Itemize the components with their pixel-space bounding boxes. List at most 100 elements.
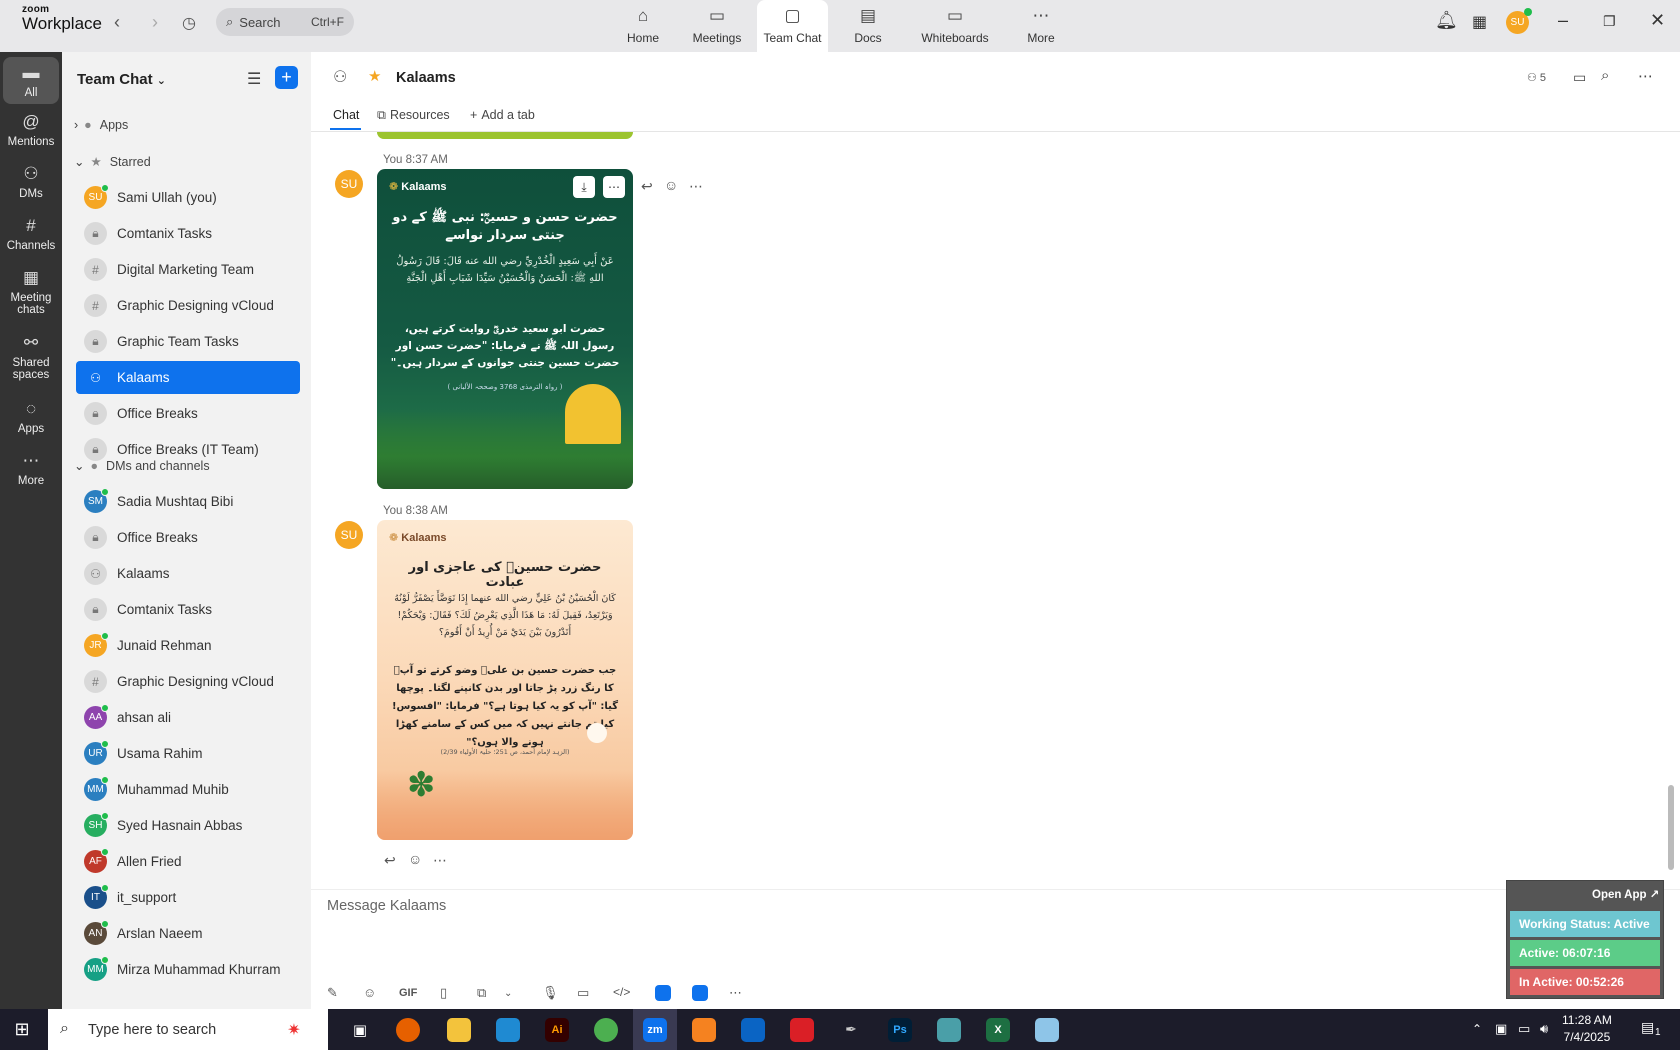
windows-start-icon[interactable]: ⊞ (0, 1009, 44, 1050)
file-icon[interactable]: ▯ (440, 985, 447, 1001)
reply-icon[interactable]: ↩ (384, 852, 396, 869)
tab-more[interactable]: ⋯ More (1024, 0, 1058, 52)
tab-home[interactable]: ⌂ Home (620, 0, 666, 52)
tab-resources[interactable]: ⧉ Resources (377, 108, 450, 123)
sidebar-item[interactable]: 🔒︎ Comtanix Tasks (76, 217, 300, 250)
sidebar-item[interactable]: AA ahsan ali (76, 701, 300, 734)
image-attachment[interactable]: ❁ Kalaams ⤓ ⋯ حضرت حسن و حسینؓ: نبی ﷺ کے… (377, 169, 633, 489)
illustrator-icon[interactable]: Ai (535, 1009, 579, 1050)
format-icon[interactable]: ✎ (327, 985, 338, 1001)
sidebar-item[interactable]: ⚇ Kalaams (76, 557, 300, 590)
sidebar-item[interactable]: 🔒︎ Office Breaks (76, 397, 300, 430)
tab-add[interactable]: + Add a tab (470, 108, 535, 122)
apps-section[interactable]: › ● Apps (74, 118, 128, 132)
pen-tool-icon[interactable]: ✒ (829, 1009, 873, 1050)
sidebar-item[interactable]: SM Sadia Mushtaq Bibi (76, 485, 300, 518)
notification-icon[interactable]: ▤ (1641, 1019, 1654, 1036)
notepad-icon[interactable] (1025, 1009, 1069, 1050)
image-attachment[interactable]: ❁ Kalaams حضرت حسینؓ کی عاجزی اور عبادت … (377, 520, 633, 840)
sidebar-item[interactable]: JR Junaid Rehman (76, 629, 300, 662)
tray-chevron-icon[interactable]: ⌃ (1472, 1022, 1482, 1036)
sidebar-item[interactable]: MM Muhammad Muhib (76, 773, 300, 806)
message-more-icon[interactable]: ⋯ (433, 852, 447, 869)
photoshop-icon[interactable]: Ps (878, 1009, 922, 1050)
sidebar-item[interactable]: IT it_support (76, 881, 300, 914)
open-app-button[interactable]: Open App ↗ (1592, 887, 1659, 901)
firefox-icon[interactable] (386, 1009, 430, 1050)
message-more-icon[interactable]: ⋯ (689, 178, 703, 195)
sidebar-item[interactable]: # Graphic Designing vCloud (76, 665, 300, 698)
chrome-icon[interactable] (584, 1009, 628, 1050)
file-explorer-icon[interactable] (437, 1009, 481, 1050)
app-icon[interactable] (655, 985, 671, 1001)
rail-more[interactable]: ⋯ More (0, 451, 62, 487)
xampp-icon[interactable] (682, 1009, 726, 1050)
vscode-icon[interactable] (486, 1009, 530, 1050)
sidebar-item[interactable]: AN Arslan Naeem (76, 917, 300, 950)
clock[interactable]: 11:28 AM 7/4/2025 (1562, 1012, 1612, 1046)
history-icon[interactable]: ◷ (182, 13, 196, 33)
bell-icon[interactable]: 🔔︎ (1435, 10, 1458, 31)
sidebar-item[interactable]: # Digital Marketing Team (76, 253, 300, 286)
volume-icon[interactable]: 🔊︎ (1540, 1021, 1548, 1037)
sidebar-item[interactable]: 🔒︎ Office Breaks (76, 521, 300, 554)
chevron-down-icon[interactable]: ⌄ (504, 988, 512, 999)
forward-arrow-icon[interactable]: › (152, 12, 158, 33)
download-icon[interactable]: ⤓ (573, 176, 595, 198)
star-icon[interactable]: ★ (368, 67, 381, 85)
sidebar-item[interactable]: AF Allen Fried (76, 845, 300, 878)
task-view-icon[interactable]: ▣ (338, 1009, 382, 1050)
rail-mentions[interactable]: @ Mentions (0, 112, 62, 148)
image-more-icon[interactable]: ⋯ (603, 176, 625, 198)
calendar-icon[interactable]: ▦ (1472, 12, 1487, 32)
rail-all[interactable]: ▬ All (3, 57, 59, 104)
app-icon[interactable] (692, 985, 708, 1001)
members-count[interactable]: ⚇ 5 (1527, 71, 1546, 84)
rail-channels[interactable]: # Channels (0, 216, 62, 252)
sidebar-item[interactable]: ⚇ Kalaams (76, 361, 300, 394)
emoji-reaction-icon[interactable]: ☺ (664, 177, 678, 193)
code-icon[interactable]: </> (613, 985, 630, 999)
sidebar-item[interactable]: UR Usama Rahim (76, 737, 300, 770)
minimize-icon[interactable]: – (1558, 10, 1568, 31)
rail-dms[interactable]: ⚇ DMs (0, 164, 62, 200)
video-call-icon[interactable]: ▭ (1573, 69, 1586, 86)
sidebar-item[interactable]: 🔒︎ Graphic Team Tasks (76, 325, 300, 358)
tab-chat[interactable]: Chat (333, 108, 359, 122)
rail-apps[interactable]: ◌ Apps (0, 399, 62, 435)
tab-meetings[interactable]: ▭ Meetings (688, 0, 746, 52)
gif-button[interactable]: GIF (399, 987, 417, 999)
tray-icon[interactable]: ▣ (1495, 1021, 1507, 1037)
starred-section[interactable]: ⌄ ★ Starred (74, 154, 151, 170)
new-chat-button[interactable]: + (275, 66, 298, 89)
restore-icon[interactable]: ❐ (1603, 13, 1616, 30)
filter-icon[interactable]: ☰ (247, 69, 261, 89)
message-input[interactable]: Message Kalaams (327, 898, 446, 914)
dms-section[interactable]: ⌄ ● DMs and channels (74, 458, 210, 474)
zoom-taskbar-icon[interactable]: zm (633, 1009, 677, 1050)
more-options-icon[interactable]: ⋯ (1638, 67, 1653, 85)
search-icon[interactable]: ⌕ (1601, 67, 1609, 84)
rail-meeting-chats[interactable]: ▦ Meeting chats (0, 268, 62, 317)
more-tools-icon[interactable]: ⋯ (729, 985, 742, 1001)
sidebar-title[interactable]: Team Chat ⌄ (77, 71, 166, 88)
microphone-icon[interactable]: 🎙︎ (542, 985, 559, 1001)
rail-shared-spaces[interactable]: ⚯ Shared spaces (0, 333, 62, 382)
reply-icon[interactable]: ↩ (641, 178, 653, 195)
network-icon[interactable]: ▭ (1518, 1021, 1530, 1037)
screenshot-icon[interactable]: ⧉ (477, 985, 486, 1001)
excel-icon[interactable]: X (976, 1009, 1020, 1050)
back-arrow-icon[interactable]: ‹ (114, 12, 120, 33)
scrollbar[interactable] (1668, 785, 1674, 870)
sidebar-item[interactable]: SU Sami Ullah (you) (76, 181, 300, 214)
video-message-icon[interactable]: ▭ (577, 985, 589, 1001)
outlook-icon[interactable] (731, 1009, 775, 1050)
tab-whiteboards[interactable]: ▭ Whiteboards (917, 0, 993, 52)
sidebar-item[interactable]: SH Syed Hasnain Abbas (76, 809, 300, 842)
sidebar-item[interactable]: 🔒︎ Comtanix Tasks (76, 593, 300, 626)
sidebar-item[interactable]: # Graphic Designing vCloud (76, 289, 300, 322)
tab-team-chat[interactable]: ▢ Team Chat (757, 0, 828, 52)
creative-cloud-icon[interactable] (780, 1009, 824, 1050)
emoji-icon[interactable]: ☺ (363, 985, 376, 1000)
search-input[interactable]: ⌕ Search Ctrl+F (216, 8, 354, 36)
